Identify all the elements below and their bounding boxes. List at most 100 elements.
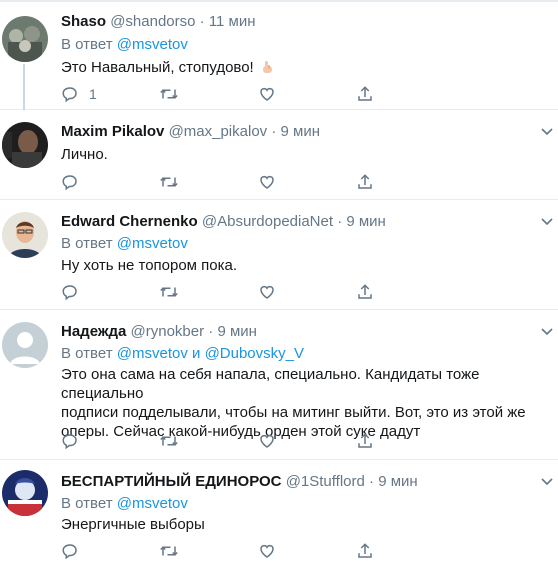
reply-context: В ответ @msvetov	[61, 495, 188, 513]
author-name[interactable]: Надежда	[61, 323, 126, 340]
tweet-text: Это она сама на себя напала, специально.…	[61, 365, 553, 441]
reply-icon	[62, 285, 77, 301]
like-icon	[260, 285, 274, 299]
author-handle[interactable]: @shandorso	[110, 13, 195, 30]
tweet-header: БЕСПАРТИЙНЫЙ ЕДИНОРОС @1Stufflord · 9 ми…	[61, 473, 418, 491]
tweet[interactable]: Надежда @rynokber · 9 мин В ответ @msvet…	[0, 310, 558, 460]
tweet-actions	[61, 282, 401, 302]
reply-prefix: В ответ	[61, 36, 113, 53]
timestamp[interactable]: 11 мин	[209, 13, 256, 30]
caret-down-icon[interactable]	[540, 124, 554, 136]
mention-link[interactable]: @msvetov	[117, 345, 188, 362]
share-icon	[358, 433, 372, 448]
share-button[interactable]	[356, 84, 374, 104]
mention-link[interactable]: @Dubovsky_V	[205, 345, 304, 362]
reply-button[interactable]	[61, 172, 79, 192]
tweet[interactable]: БЕСПАРТИЙНЫЙ ЕДИНОРОС @1Stufflord · 9 ми…	[0, 460, 558, 560]
like-icon	[260, 87, 274, 101]
tweet-actions	[61, 431, 401, 451]
author-handle[interactable]: @1Stufflord	[286, 473, 365, 490]
tweet-actions	[61, 541, 401, 561]
tweet[interactable]: Edward Chernenko @AbsurdopediaNet · 9 ми…	[0, 200, 558, 310]
tweet-text-content: Это Навальный, стопудово!	[61, 59, 254, 76]
author-name[interactable]: Shaso	[61, 13, 106, 30]
retweet-icon	[160, 287, 178, 297]
tweet-text: Энергичные выборы	[61, 516, 205, 533]
separator-dot: ·	[337, 213, 343, 230]
reply-context: В ответ @msvetov и @Dubovsky_V	[61, 345, 304, 363]
retweet-button[interactable]	[159, 431, 179, 451]
reply-prefix: В ответ	[61, 495, 113, 512]
separator-dot: ·	[271, 123, 277, 140]
like-button[interactable]	[258, 84, 276, 104]
share-button[interactable]	[356, 172, 374, 192]
retweet-icon	[160, 177, 178, 187]
timestamp[interactable]: 9 мин	[346, 213, 386, 230]
like-button[interactable]	[258, 172, 276, 192]
retweet-button[interactable]	[159, 541, 179, 561]
reply-button[interactable]: 1	[61, 84, 97, 104]
reply-icon	[62, 544, 77, 560]
avatar-maxim-pikalov[interactable]	[2, 122, 48, 168]
reply-button[interactable]	[61, 282, 79, 302]
like-button[interactable]	[258, 431, 276, 451]
thread-connector	[23, 64, 25, 110]
tweet-text: Это Навальный, стопудово!	[61, 58, 553, 77]
retweet-button[interactable]	[159, 282, 179, 302]
share-icon	[358, 543, 372, 558]
separator-dot: ·	[208, 323, 214, 340]
reply-count: 1	[89, 86, 97, 102]
mention-link[interactable]: @msvetov	[117, 235, 188, 252]
tweet-header: Shaso @shandorso · 11 мин	[61, 13, 256, 31]
reply-prefix: В ответ	[61, 235, 113, 252]
share-button[interactable]	[356, 541, 374, 561]
avatar-edward-chernenko[interactable]	[2, 212, 48, 258]
mention-link[interactable]: @msvetov	[117, 495, 188, 512]
caret-down-icon[interactable]	[540, 474, 554, 486]
tweet-text: Лично.	[61, 146, 108, 163]
author-handle[interactable]: @max_pikalov	[169, 123, 268, 140]
author-name[interactable]: Edward Chernenko	[61, 213, 198, 230]
tweet-header: Maxim Pikalov @max_pikalov · 9 мин	[61, 123, 320, 141]
mention-link[interactable]: @msvetov	[117, 36, 188, 53]
tweet[interactable]: Maxim Pikalov @max_pikalov · 9 мин Лично…	[0, 110, 558, 200]
share-icon	[358, 174, 372, 189]
timestamp[interactable]: 9 мин	[378, 473, 418, 490]
retweet-button[interactable]	[159, 84, 179, 104]
retweet-button[interactable]	[159, 172, 179, 192]
tweet-text: Ну хоть не топором пока.	[61, 257, 238, 274]
caret-down-icon[interactable]	[540, 324, 554, 336]
share-icon	[358, 284, 372, 299]
retweet-icon	[160, 89, 178, 99]
share-icon	[358, 86, 372, 101]
tweet-header: Edward Chernenko @AbsurdopediaNet · 9 ми…	[61, 213, 386, 231]
timestamp[interactable]: 9 мин	[217, 323, 257, 340]
author-name[interactable]: БЕСПАРТИЙНЫЙ ЕДИНОРОС	[61, 473, 282, 490]
avatar-bespartiyny-edinoros[interactable]	[2, 470, 48, 516]
tweet-header: Надежда @rynokber · 9 мин	[61, 323, 257, 341]
like-button[interactable]	[258, 541, 276, 561]
like-icon	[260, 434, 274, 448]
reply-icon	[62, 87, 77, 103]
tweet[interactable]: Shaso @shandorso · 11 мин В ответ @msvet…	[0, 2, 558, 110]
caret-down-icon[interactable]	[540, 214, 554, 226]
reply-button[interactable]	[61, 541, 79, 561]
reply-button[interactable]	[61, 431, 79, 451]
share-button[interactable]	[356, 431, 374, 451]
tweet-text-line: Это она сама на себя напала, специально.…	[61, 366, 480, 402]
avatar-default[interactable]	[2, 322, 48, 368]
reply-prefix: В ответ	[61, 345, 113, 362]
author-name[interactable]: Maxim Pikalov	[61, 123, 164, 140]
timestamp[interactable]: 9 мин	[281, 123, 321, 140]
author-handle[interactable]: @AbsurdopediaNet	[202, 213, 333, 230]
avatar-shaso[interactable]	[2, 16, 48, 62]
author-handle[interactable]: @rynokber	[131, 323, 205, 340]
like-icon	[260, 175, 274, 189]
tweet-text-line: подписи подделывали, чтобы на митинг вый…	[61, 404, 526, 421]
like-button[interactable]	[258, 282, 276, 302]
separator-dot: ·	[369, 473, 375, 490]
like-icon	[260, 544, 274, 558]
reply-context: В ответ @msvetov	[61, 36, 188, 54]
reply-context: В ответ @msvetov	[61, 235, 188, 253]
share-button[interactable]	[356, 282, 374, 302]
